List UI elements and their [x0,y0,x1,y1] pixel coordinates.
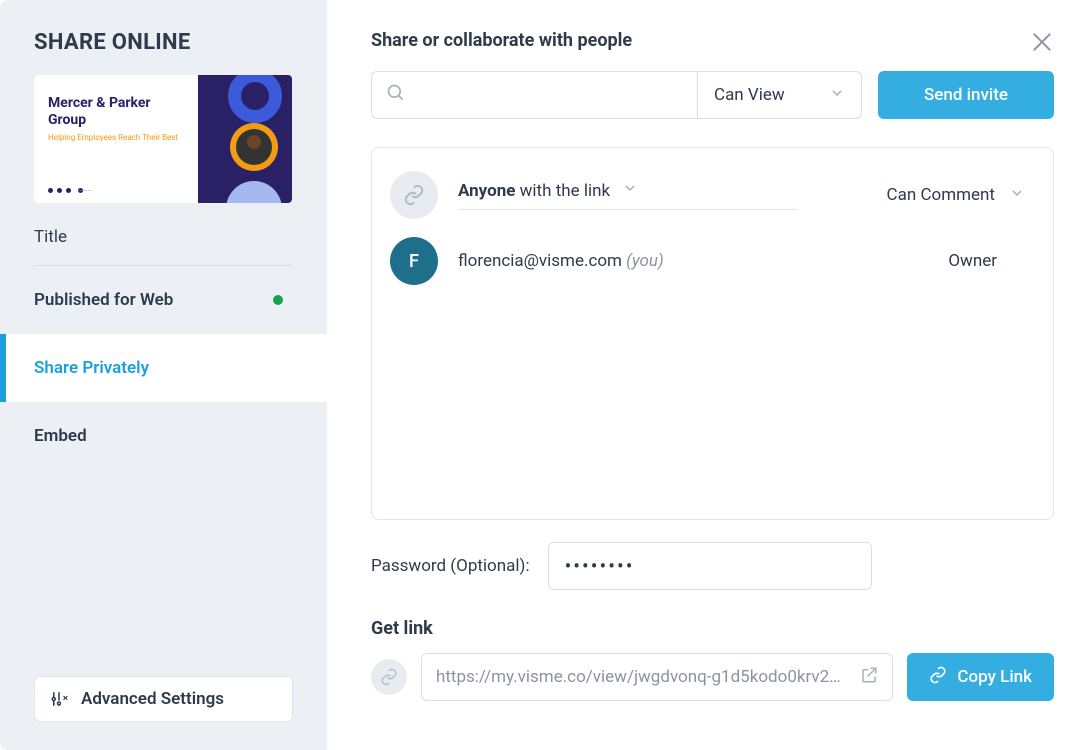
project-thumbnail: Mercer & Parker Group Helping Employees … [34,75,292,203]
link-icon [390,171,438,219]
anyone-bold: Anyone [458,181,515,201]
share-link-field [421,653,893,701]
anyone-permission-value: Can Comment [887,185,995,205]
close-button[interactable] [1028,28,1056,56]
sidebar-title: SHARE ONLINE [34,30,293,55]
password-input[interactable] [548,542,872,590]
send-invite-button[interactable]: Send invite [878,71,1054,119]
nav-embed[interactable]: Embed [0,402,327,470]
share-sidebar: SHARE ONLINE Mercer & Parker Group Helpi… [0,0,327,750]
owner-email: florencia@visme.com [458,251,622,271]
nav-share-privately[interactable]: Share Privately [0,334,327,402]
owner-avatar: F [390,237,438,285]
password-label: Password (Optional): [371,556,530,576]
link-icon [371,659,407,695]
share-link-input[interactable] [436,667,848,687]
open-external-icon[interactable] [860,666,878,688]
chevron-down-icon [829,85,845,106]
chevron-down-icon [622,180,638,201]
advanced-settings-button[interactable]: Advanced Settings [34,676,293,722]
search-icon [386,83,406,107]
nav-published-for-web[interactable]: Published for Web [0,266,327,334]
advanced-settings-icon [49,690,69,708]
published-status-dot [273,295,283,305]
collaborator-row-owner: F florencia@visme.com (you) Owner [390,232,1025,290]
owner-role: Owner [948,251,1025,271]
nav-item-label: Published for Web [34,290,173,310]
thumbnail-dots: ——— [48,188,184,193]
thumbnail-brand-line1: Mercer & Parker [48,95,184,112]
title-field-label[interactable]: Title [34,221,293,247]
copy-link-button[interactable]: Copy Link [907,653,1054,701]
invite-input-group: Can View [371,71,862,119]
invite-permission-select[interactable]: Can View [698,72,861,118]
collaborators-box: Anyone with the link Can Comment F flore… [371,147,1054,520]
copy-link-label: Copy Link [957,667,1032,687]
advanced-settings-label: Advanced Settings [81,689,224,709]
anyone-rest: with the link [520,181,610,201]
invite-permission-value: Can View [714,85,785,105]
link-icon [929,666,947,689]
chevron-down-icon [1009,185,1025,206]
anyone-with-link-select[interactable]: Anyone with the link [458,180,798,210]
sidebar-header: SHARE ONLINE [0,30,327,75]
owner-you-label: (you) [626,251,664,271]
get-link-heading: Get link [371,618,1054,639]
anyone-with-link-row: Anyone with the link Can Comment [390,166,1025,224]
anyone-permission-select[interactable]: Can Comment [887,185,1025,206]
nav-item-label: Embed [34,426,87,446]
share-heading: Share or collaborate with people [371,30,1054,51]
nav-item-label: Share Privately [34,358,149,378]
invite-search-input[interactable] [416,86,683,105]
share-main-panel: Share or collaborate with people Can Vie… [327,0,1090,750]
thumbnail-tagline: Helping Employees Reach Their Best [48,133,184,142]
thumbnail-brand-line2: Group [48,112,184,129]
